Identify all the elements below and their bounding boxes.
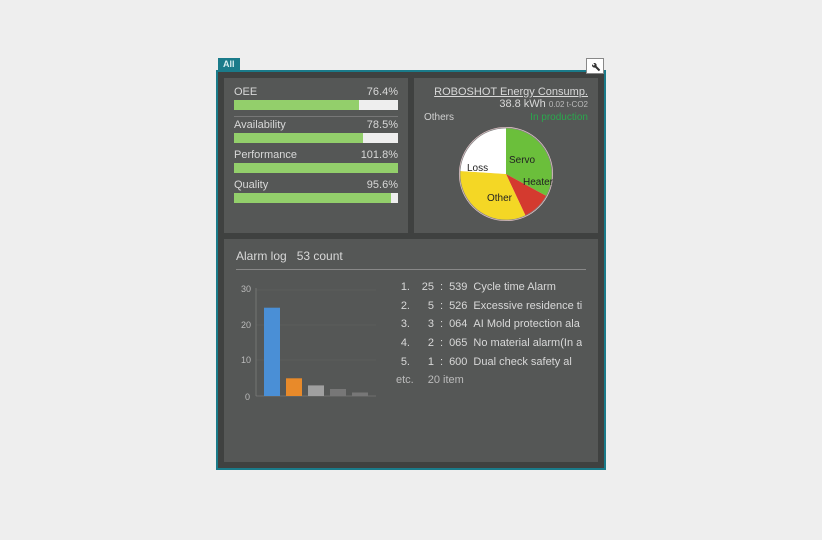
svg-text:10: 10 xyxy=(241,355,251,365)
metric-label: Quality xyxy=(234,179,268,191)
metric-value: 95.6% xyxy=(367,179,398,191)
bar-fill xyxy=(234,100,359,110)
energy-pie-chart: Servo Heater Other Loss xyxy=(457,125,555,223)
alarm-bar-chart: 30 20 10 0 xyxy=(236,278,376,408)
metric-quality: Quality 95.6% xyxy=(234,179,398,203)
metric-label: OEE xyxy=(234,86,257,98)
divider xyxy=(236,269,586,270)
alarm-header: Alarm log 53 count xyxy=(236,249,586,263)
svg-text:0: 0 xyxy=(245,392,250,402)
metric-label: Performance xyxy=(234,149,297,161)
alarm-row: 4. 2: 065 No material alarm(In a xyxy=(396,334,586,353)
energy-title: ROBOSHOT Energy Consump. xyxy=(424,86,588,98)
alarm-row: 3. 3: 064 AI Mold protection ala xyxy=(396,315,586,334)
settings-button[interactable] xyxy=(586,58,604,74)
divider xyxy=(234,116,398,117)
metric-value: 76.4% xyxy=(367,86,398,98)
metric-performance: Performance 101.8% xyxy=(234,149,398,173)
metric-label: Availability xyxy=(234,119,286,131)
bar-fill xyxy=(234,133,363,143)
energy-subtitle: 38.8 kWh 0.02 t-CO2 xyxy=(424,98,588,110)
alarm-etc: etc. 20 item xyxy=(396,371,586,390)
svg-text:30: 30 xyxy=(241,284,251,294)
bar-fill xyxy=(234,193,391,203)
legend-others: Others xyxy=(424,112,454,123)
alarm-row: 5. 1: 600 Dual check safety al xyxy=(396,353,586,372)
metric-value: 78.5% xyxy=(367,119,398,131)
metric-availability: Availability 78.5% xyxy=(234,119,398,143)
alarm-list: 1. 25: 539 Cycle time Alarm 2. 5: 526 Ex… xyxy=(396,278,586,408)
metrics-box: OEE 76.4% Availability 78.5% Performance… xyxy=(224,78,408,233)
wrench-icon xyxy=(589,60,601,72)
bar-fill xyxy=(234,163,398,173)
svg-text:20: 20 xyxy=(241,320,251,330)
alarm-row: 1. 25: 539 Cycle time Alarm xyxy=(396,278,586,297)
tab-all[interactable]: All xyxy=(218,58,240,70)
alarm-box: Alarm log 53 count 30 20 10 0 xyxy=(224,239,598,462)
legend-production: In production xyxy=(530,112,588,123)
metric-value: 101.8% xyxy=(361,149,398,161)
metric-oee: OEE 76.4% xyxy=(234,86,398,110)
energy-box: ROBOSHOT Energy Consump. 38.8 kWh 0.02 t… xyxy=(414,78,598,233)
dashboard-panel: All OEE 76.4% Availability 78.5% xyxy=(216,70,606,470)
alarm-row: 2. 5: 526 Excessive residence ti xyxy=(396,297,586,316)
